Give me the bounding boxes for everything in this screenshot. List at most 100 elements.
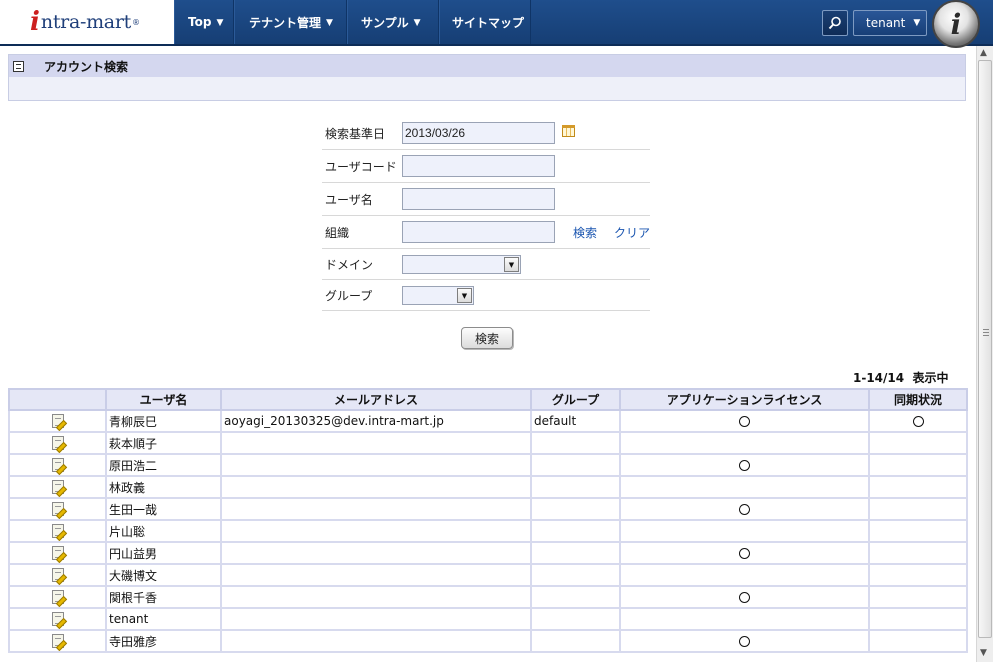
edit-icon[interactable] — [51, 524, 64, 539]
calendar-icon[interactable] — [562, 125, 575, 137]
sync-cell — [868, 563, 968, 587]
user-name-cell[interactable]: tenant — [105, 607, 222, 631]
user-name-cell[interactable]: 大磯博文 — [105, 563, 222, 587]
license-cell — [619, 497, 870, 521]
user-name-cell[interactable]: 生田一哉 — [105, 497, 222, 521]
user-menu-button[interactable]: tenant ▼ — [853, 10, 927, 36]
email-cell — [220, 563, 532, 587]
scroll-up-icon[interactable]: ▲ — [980, 48, 987, 58]
table-row[interactable]: 関根千香 — [8, 585, 968, 609]
column-header-sync[interactable]: 同期状況 — [868, 388, 968, 411]
menu-sitemap[interactable]: サイトマップ — [439, 0, 531, 44]
group-select[interactable]: ▼ — [402, 286, 474, 305]
grip-icon — [983, 329, 989, 336]
intra-mart-logo[interactable]: i ntra-mart ® — [0, 0, 174, 44]
user-name-cell[interactable]: 片山聡 — [105, 519, 222, 543]
edit-icon[interactable] — [51, 568, 64, 583]
edit-icon[interactable] — [51, 634, 64, 649]
license-cell — [619, 409, 870, 433]
search-icon — [828, 16, 841, 30]
sync-cell — [868, 585, 968, 609]
organization-search-link[interactable]: 検索 — [573, 224, 597, 241]
edit-icon[interactable] — [51, 480, 64, 495]
edit-icon[interactable] — [51, 546, 64, 561]
edit-icon[interactable] — [51, 590, 64, 605]
form-row-user-code: ユーザコード — [322, 150, 650, 183]
menu-sample[interactable]: サンプル ▼ — [347, 0, 439, 44]
base-date-label: 検索基準日 — [325, 127, 386, 141]
edit-icon[interactable] — [51, 612, 64, 627]
edit-icon[interactable] — [51, 436, 64, 451]
table-row[interactable]: 萩本順子 — [8, 431, 968, 455]
user-name-cell[interactable]: 関根千香 — [105, 585, 222, 609]
chevron-down-icon: ▼ — [504, 257, 519, 272]
edit-cell — [8, 453, 107, 477]
page-header-bar: アカウント検索 — [9, 55, 965, 77]
sync-cell — [868, 519, 968, 543]
page-header: アカウント検索 — [8, 54, 966, 101]
license-check-icon — [739, 504, 750, 515]
email-cell — [220, 475, 532, 499]
user-name-cell[interactable]: 青柳辰巳 — [105, 409, 222, 433]
group-cell — [530, 541, 621, 565]
group-cell — [530, 563, 621, 587]
domain-select[interactable]: ▼ — [402, 255, 521, 274]
organization-field[interactable] — [402, 221, 555, 243]
edit-icon[interactable] — [51, 502, 64, 517]
user-name-cell[interactable]: 林政義 — [105, 475, 222, 499]
collapse-icon[interactable] — [13, 60, 24, 72]
group-label: グループ — [325, 289, 373, 303]
table-row[interactable]: 円山益男 — [8, 541, 968, 565]
column-header-user-name[interactable]: ユーザ名 — [105, 388, 222, 411]
main-menu: Top ▼ テナント管理 ▼ サンプル ▼ サイトマップ — [174, 0, 531, 44]
menu-sample-label: サンプル — [361, 15, 409, 30]
search-submit-button[interactable]: 検索 — [461, 327, 513, 349]
user-name-cell[interactable]: 円山益男 — [105, 541, 222, 565]
menu-top[interactable]: Top ▼ — [174, 0, 234, 44]
table-row[interactable]: 片山聡 — [8, 519, 968, 543]
edit-cell — [8, 431, 107, 455]
edit-icon[interactable] — [51, 458, 64, 473]
email-cell — [220, 453, 532, 477]
column-header-license[interactable]: アプリケーションライセンス — [619, 388, 870, 411]
table-row[interactable]: 原田浩二 — [8, 453, 968, 477]
table-row[interactable]: 大磯博文 — [8, 563, 968, 587]
edit-cell — [8, 585, 107, 609]
header-search-button[interactable] — [822, 10, 848, 36]
user-code-label: ユーザコード — [325, 160, 397, 174]
user-code-field[interactable] — [402, 155, 555, 177]
avatar[interactable]: i — [932, 0, 980, 48]
group-cell — [530, 519, 621, 543]
sync-check-icon — [912, 416, 924, 427]
table-row[interactable]: 林政義 — [8, 475, 968, 499]
user-name-cell[interactable]: 萩本順子 — [105, 431, 222, 455]
menu-tenant-admin[interactable]: テナント管理 ▼ — [234, 0, 347, 44]
scrollbar-thumb[interactable] — [978, 60, 992, 638]
license-cell — [619, 541, 870, 565]
organization-clear-link[interactable]: クリア — [614, 224, 650, 241]
edit-icon[interactable] — [51, 414, 64, 429]
table-row[interactable]: 青柳辰巳 aoyagi_20130325@dev.intra-mart.jp def… — [8, 409, 968, 433]
table-row[interactable]: 生田一哉 — [8, 497, 968, 521]
chevron-down-icon: ▼ — [457, 288, 472, 303]
table-row[interactable]: tenant — [8, 607, 968, 631]
column-header-group[interactable]: グループ — [530, 388, 621, 411]
group-cell — [530, 585, 621, 609]
license-check-icon — [739, 636, 750, 647]
column-header-email[interactable]: メールアドレス — [220, 388, 532, 411]
base-date-field[interactable] — [402, 122, 555, 144]
license-cell — [619, 453, 870, 477]
user-name-cell[interactable]: 寺田雅彦 — [105, 629, 222, 653]
user-name-cell[interactable]: 原田浩二 — [105, 453, 222, 477]
caret-down-icon: ▼ — [216, 18, 224, 28]
license-cell — [619, 519, 870, 543]
table-row[interactable]: 寺田雅彦 — [8, 629, 968, 653]
vertical-scrollbar[interactable]: ▲ ▼ — [976, 46, 993, 662]
group-cell — [530, 497, 621, 521]
license-cell — [619, 431, 870, 455]
scroll-down-icon[interactable]: ▼ — [980, 648, 987, 658]
form-row-organization: 組織 検索 クリア — [322, 216, 650, 249]
license-cell — [619, 585, 870, 609]
user-name-field[interactable] — [402, 188, 555, 210]
sync-cell — [868, 475, 968, 499]
